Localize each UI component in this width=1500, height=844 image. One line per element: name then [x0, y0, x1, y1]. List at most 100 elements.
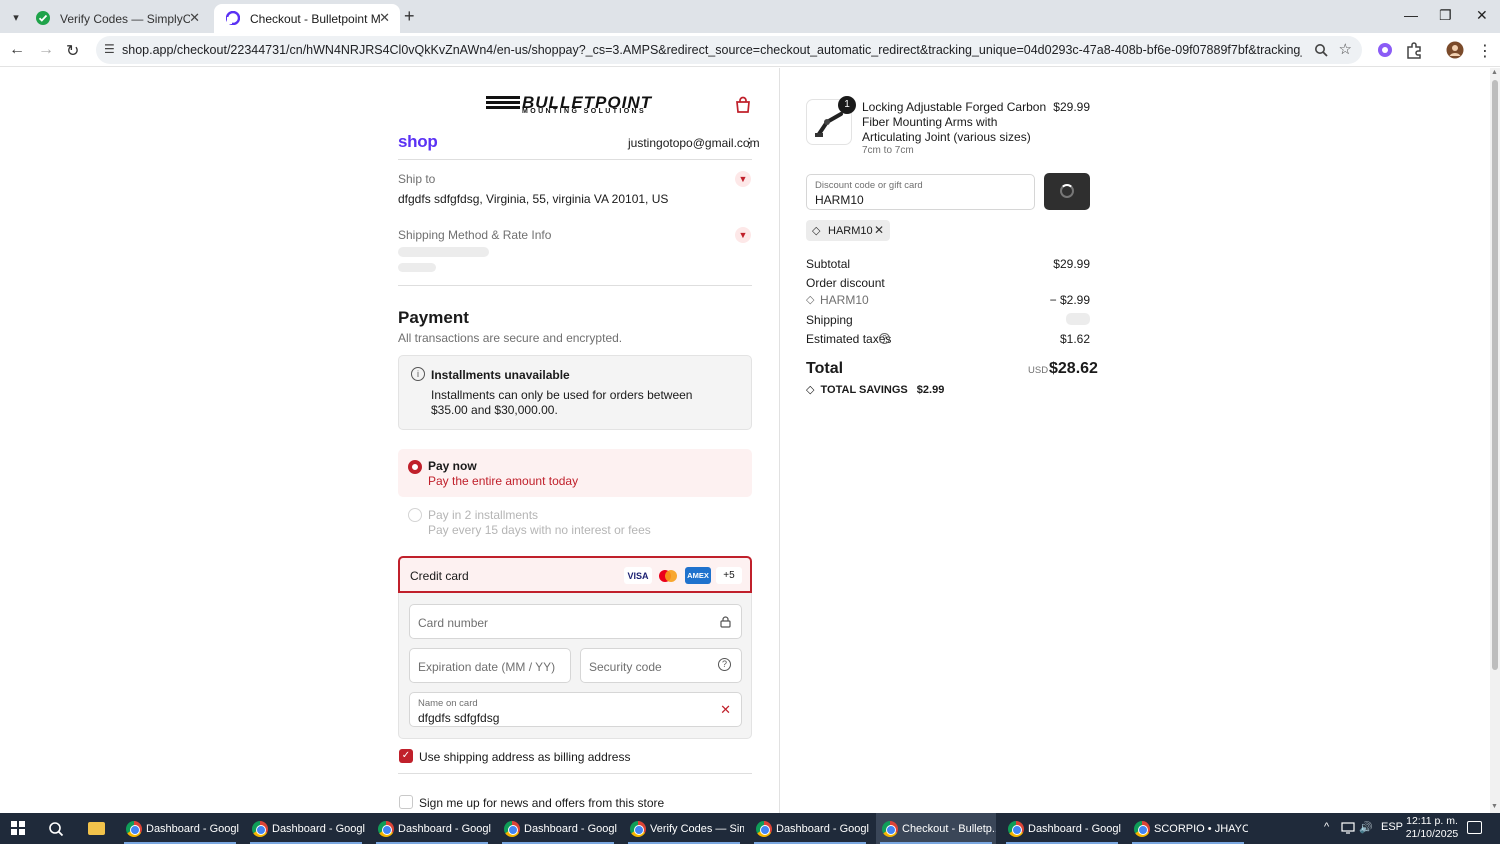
address-bar[interactable]: ☰ shop.app/checkout/22344731/cn/hWN4NRJR… — [96, 36, 1362, 64]
ship-to-chevron-icon[interactable]: ▼ — [735, 171, 751, 187]
installments-option[interactable]: Pay in 2 installments Pay every 15 days … — [398, 500, 752, 542]
payment-heading: Payment — [398, 308, 469, 327]
chrome-icon — [504, 821, 520, 837]
tab-strip: ▾ Verify Codes — SimplyCodes ✕ Checkout … — [0, 0, 1500, 33]
amex-icon: AMEX — [685, 567, 711, 584]
applied-discount-chip: ◇ HARM10 ✕ — [806, 220, 890, 241]
tab-title: Checkout - Bulletpoint Mountin — [250, 11, 380, 26]
divider — [398, 773, 752, 774]
extension-purple-icon[interactable] — [1376, 41, 1394, 59]
taskbar-app-active[interactable]: Checkout - Bulletp... — [876, 813, 996, 844]
card-number-field[interactable]: Card number — [409, 604, 742, 639]
installments-subtitle: Pay every 15 days with no interest or fe… — [428, 523, 651, 537]
zoom-icon[interactable] — [1314, 43, 1328, 57]
scroll-down-arrow-icon[interactable]: ▼ — [1491, 803, 1498, 810]
scrollbar-thumb[interactable] — [1492, 80, 1498, 670]
taskbar-app[interactable]: Dashboard - Googl... — [750, 813, 870, 844]
expiration-date-field[interactable]: Expiration date (MM / YY) — [409, 648, 571, 683]
quantity-badge: 1 — [838, 96, 856, 114]
chrome-icon — [882, 821, 898, 837]
browser-menu-icon[interactable]: ⋮ — [1477, 41, 1493, 61]
store-logo[interactable]: BULLETPOINT MOUNTING SOLUTIONS — [486, 93, 664, 116]
lock-icon — [720, 616, 731, 628]
installments-radio[interactable] — [408, 508, 422, 522]
back-button[interactable]: ← — [9, 41, 25, 59]
mastercard-icon — [659, 570, 677, 582]
site-info-icon[interactable]: ☰ — [104, 42, 115, 56]
taskbar-app[interactable]: Dashboard - Googl... — [372, 813, 492, 844]
scroll-up-arrow-icon[interactable]: ▲ — [1491, 69, 1498, 76]
minimize-button[interactable]: — — [1404, 7, 1418, 23]
currency-code: USD — [1028, 365, 1049, 376]
security-code-field[interactable]: Security code ? — [580, 648, 742, 683]
taxes-info-icon[interactable]: ? — [879, 333, 890, 344]
page-scrollbar[interactable]: ▲ ▼ — [1490, 68, 1500, 813]
credit-card-form: Card number Expiration date (MM / YY) Se… — [398, 593, 752, 739]
windows-start-icon[interactable] — [11, 821, 25, 835]
taskbar-app[interactable]: Dashboard - Googl... — [1002, 813, 1122, 844]
credit-card-label: Credit card — [410, 569, 469, 583]
logo-sub-text: MOUNTING SOLUTIONS — [522, 108, 647, 115]
network-icon[interactable] — [1341, 822, 1355, 834]
volume-icon[interactable]: 🔊 — [1359, 821, 1373, 834]
reload-button[interactable]: ↻ — [66, 41, 79, 61]
tab-checkout[interactable]: Checkout - Bulletpoint Mountin ✕ — [214, 4, 400, 33]
taskbar-app[interactable]: Dashboard - Googl... — [120, 813, 240, 844]
tray-chevron-icon[interactable]: ^ — [1324, 821, 1329, 833]
shipping-method-chevron-icon[interactable]: ▼ — [735, 227, 751, 243]
close-window-button[interactable]: ✕ — [1476, 7, 1488, 24]
expiration-placeholder: Expiration date (MM / YY) — [418, 660, 556, 674]
tab-close-icon[interactable]: ✕ — [379, 10, 390, 26]
ship-to-value: dfgdfs sdfgfdsg, Virginia, 55, virginia … — [398, 192, 669, 206]
order-discount-label: Order discount — [806, 276, 885, 290]
installments-title: Pay in 2 installments — [428, 508, 539, 522]
notifications-icon[interactable] — [1467, 821, 1482, 834]
newsletter-checkbox[interactable] — [399, 795, 413, 809]
product-name: Locking Adjustable Forged Carbon Fiber M… — [862, 100, 1047, 144]
restore-button[interactable]: ❐ — [1439, 7, 1452, 24]
help-icon[interactable]: ? — [718, 658, 731, 671]
profile-avatar-icon[interactable] — [1446, 41, 1464, 59]
chrome-icon — [1134, 821, 1150, 837]
credit-card-option[interactable]: Credit card VISA AMEX +5 — [398, 556, 752, 593]
new-tab-button[interactable]: + — [404, 6, 415, 27]
checkout-page: BULLETPOINT MOUNTING SOLUTIONS shop just… — [0, 68, 1490, 813]
pay-now-option[interactable]: Pay now Pay the entire amount today — [398, 449, 752, 497]
taskbar-app[interactable]: SCORPIO • JHAYC... — [1128, 813, 1248, 844]
language-indicator[interactable]: ESP — [1381, 821, 1403, 833]
account-menu-icon[interactable]: ⋮ — [743, 135, 756, 151]
clear-field-icon[interactable]: ✕ — [720, 702, 731, 718]
remove-discount-icon[interactable]: ✕ — [874, 223, 884, 237]
extensions-puzzle-icon[interactable] — [1405, 41, 1423, 59]
shopping-bag-icon[interactable] — [734, 96, 752, 114]
bookmark-star-icon[interactable]: ☆ — [1339, 40, 1352, 58]
pay-now-radio[interactable] — [408, 460, 422, 474]
taskbar-app[interactable]: Dashboard - Googl... — [498, 813, 618, 844]
info-icon: i — [411, 367, 425, 381]
shop-favicon-icon — [226, 11, 240, 25]
discount-amount: − $2.99 — [1049, 293, 1090, 307]
taskbar-app[interactable]: Verify Codes — Sim... — [624, 813, 744, 844]
notice-title: Installments unavailable — [431, 368, 570, 382]
name-on-card-field[interactable]: Name on card dfgdfs sdfgfdsg ✕ — [409, 692, 742, 727]
discount-field-label: Discount code or gift card — [815, 180, 923, 191]
shipping-loading-skeleton — [1066, 313, 1090, 325]
url-text[interactable]: shop.app/checkout/22344731/cn/hWN4NRJRS4… — [122, 43, 1302, 57]
savings-tag-icon: ◇ — [806, 384, 815, 396]
apply-discount-button[interactable] — [1044, 173, 1090, 210]
tab-verify-codes[interactable]: Verify Codes — SimplyCodes ✕ — [24, 4, 210, 33]
chrome-icon — [252, 821, 268, 837]
discount-code-input[interactable]: Discount code or gift card HARM10 — [806, 174, 1035, 210]
forward-button[interactable]: → — [38, 41, 54, 59]
tab-close-icon[interactable]: ✕ — [189, 10, 200, 26]
browser-toolbar: ← → ↻ ☰ shop.app/checkout/22344731/cn/hW… — [0, 33, 1500, 67]
file-explorer-icon[interactable] — [88, 822, 105, 835]
product-variant: 7cm to 7cm — [862, 145, 914, 156]
taskbar-app[interactable]: Dashboard - Googl... — [246, 813, 366, 844]
system-clock[interactable]: 12:11 p. m. 21/10/2025 — [1402, 815, 1462, 841]
account-email: justingotopo@gmail.com — [628, 136, 760, 150]
card-number-placeholder: Card number — [418, 616, 489, 630]
tab-search-chevron-icon[interactable]: ▾ — [6, 8, 26, 26]
billing-address-checkbox[interactable]: ✓ — [399, 749, 413, 763]
taskbar-search-icon[interactable] — [48, 821, 64, 837]
